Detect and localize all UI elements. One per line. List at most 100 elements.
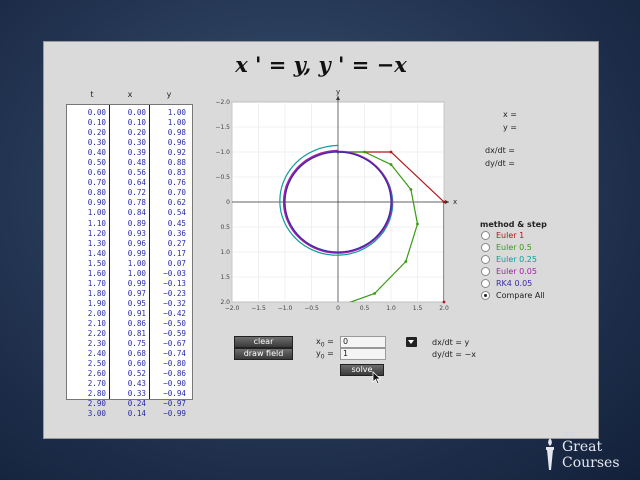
- equation-dropdown[interactable]: [406, 337, 417, 347]
- phase-plot[interactable]: −2.0 −1.5 −1.0 −0.5 0 0.5 1.0 1.5 2.0 2.0 1.5 1.0 0.…: [212, 90, 474, 318]
- table-cell-y: 0.62: [167, 198, 186, 208]
- table-cell-x: 0.81: [127, 329, 146, 339]
- table-cell-y: 1.00: [167, 118, 186, 128]
- table-cell-y: 0.70: [167, 188, 186, 198]
- table-cell-x: 0.89: [127, 218, 146, 228]
- x-tick-label: 1.5: [413, 305, 423, 312]
- logo-the: THE: [562, 432, 576, 439]
- table-cell-t: 0.50: [87, 158, 106, 168]
- table-cell-x: 0.91: [127, 308, 146, 318]
- radio-button[interactable]: [481, 255, 490, 264]
- radio-button[interactable]: [481, 279, 490, 288]
- x-tick-label: 1.0: [386, 305, 396, 312]
- table-cell-x: 0.86: [127, 318, 146, 328]
- table-cell-x: 0.14: [127, 409, 146, 419]
- x-tick-label: 0.5: [360, 305, 370, 312]
- table-cell-y: −0.99: [163, 409, 186, 419]
- table-cell-x: 0.39: [127, 148, 146, 158]
- table-column-y: 1.00 1.00 0.98 0.96 0.92 0.88 0.83 0.76 0.70 0.62…: [147, 108, 186, 419]
- table-cell-x: 0.64: [127, 178, 146, 188]
- table-cell-t: 0.70: [87, 178, 106, 188]
- table-cell-x: 0.60: [127, 359, 146, 369]
- table-cell-y: 0.27: [167, 238, 186, 248]
- table-cell-x: 0.78: [127, 198, 146, 208]
- table-cell-y: 1.00: [167, 108, 186, 117]
- table-cell-x: 0.68: [127, 349, 146, 359]
- table-cell-t: 1.80: [87, 288, 106, 298]
- table-cell-y: 0.98: [167, 128, 186, 138]
- x0-input[interactable]: 0: [340, 336, 386, 348]
- table-cell-x: 0.48: [127, 158, 146, 168]
- table-cell-x: 0.33: [127, 389, 146, 399]
- solution-point: [404, 260, 408, 263]
- equation-title: x ' = y, y ' = −x: [235, 52, 407, 77]
- table-cell-y: 0.36: [167, 228, 186, 238]
- table-cell-y: −0.80: [163, 359, 186, 369]
- method-euler-1[interactable]: Euler 1: [481, 231, 524, 243]
- solution-point: [363, 150, 366, 154]
- table-cell-t: 2.80: [87, 389, 106, 399]
- method-euler-0-5[interactable]: Euler 0.5: [481, 243, 532, 255]
- method-label: RK4 0.05: [496, 279, 533, 288]
- table-cell-x: 1.00: [127, 258, 146, 268]
- table-cell-y: 0.45: [167, 218, 186, 228]
- radio-button[interactable]: [481, 267, 490, 276]
- table-cell-x: 0.75: [127, 339, 146, 349]
- y0-input[interactable]: 1: [340, 348, 386, 360]
- table-cell-t: 1.50: [87, 258, 106, 268]
- great-courses-logo: THE Great Courses: [540, 432, 640, 476]
- solution-point: [389, 150, 393, 154]
- table-cell-t: 0.30: [87, 138, 106, 148]
- table-cell-y: 0.54: [167, 208, 186, 218]
- table-cell-y: 0.92: [167, 148, 186, 158]
- y-tick-label: 0.5: [220, 224, 230, 231]
- method-step-title: method & step: [480, 220, 547, 229]
- dxdt-equation: dx/dt = y: [432, 338, 470, 347]
- table-cell-t: 1.00: [87, 208, 106, 218]
- table-cell-y: −0.67: [163, 339, 186, 349]
- table-cell-y: −0.97: [163, 399, 186, 409]
- x-readout: x =: [503, 110, 517, 119]
- table-cell-t: 0.40: [87, 148, 106, 158]
- table-cell-t: 0.10: [87, 118, 106, 128]
- table-cell-x: 1.00: [127, 268, 146, 278]
- draw-field-button[interactable]: draw field: [234, 348, 293, 360]
- table-cell-y: −0.13: [163, 278, 186, 288]
- x-axis-arrow-icon: [445, 200, 449, 204]
- table-cell-t: 2.60: [87, 369, 106, 379]
- method-label: Compare All: [496, 291, 545, 300]
- table-cell-t: 1.40: [87, 248, 106, 258]
- torch-icon: [546, 438, 554, 470]
- radio-button[interactable]: [481, 243, 490, 252]
- y-readout: y =: [503, 123, 517, 132]
- table-cell-y: 0.96: [167, 138, 186, 148]
- x-tick-label: −1.0: [278, 305, 293, 312]
- clear-button[interactable]: clear: [234, 336, 293, 348]
- method-euler-0-25[interactable]: Euler 0.25: [481, 255, 537, 267]
- table-cell-t: 1.30: [87, 238, 106, 248]
- mouse-pointer-icon: [372, 371, 382, 385]
- logo-courses: Courses: [562, 455, 620, 471]
- solution-table: t x y 0.00 0.10 0.20 0.30 0.40 0.50 0.60 0.70 0.…: [66, 90, 193, 418]
- table-cell-t: 2.30: [87, 339, 106, 349]
- method-euler-0-05[interactable]: Euler 0.05: [481, 267, 537, 279]
- table-cell-y: −0.59: [163, 329, 186, 339]
- x-tick-label: 2.0: [439, 305, 449, 312]
- radio-button[interactable]: [481, 291, 490, 300]
- table-cell-y: 0.83: [167, 168, 186, 178]
- method-rk4-0-05[interactable]: RK4 0.05: [481, 279, 532, 291]
- method-compare-all[interactable]: Compare All: [481, 291, 545, 303]
- y-tick-label: 2.0: [220, 299, 230, 306]
- table-cell-t: 2.00: [87, 308, 106, 318]
- solution-point: [389, 163, 393, 166]
- table-column-t: 0.00 0.10 0.20 0.30 0.40 0.50 0.60 0.70 0.80 0.90…: [67, 108, 106, 419]
- table-header-t: t: [90, 90, 94, 99]
- table-cell-x: 0.93: [127, 228, 146, 238]
- table-cell-t: 2.40: [87, 349, 106, 359]
- radio-button[interactable]: [481, 231, 490, 240]
- table-cell-x: 0.30: [127, 138, 146, 148]
- table-cell-t: 0.60: [87, 168, 106, 178]
- table-cell-x: 0.20: [127, 128, 146, 138]
- table-cell-x: 0.84: [127, 208, 146, 218]
- x-axis-label: x: [453, 198, 457, 206]
